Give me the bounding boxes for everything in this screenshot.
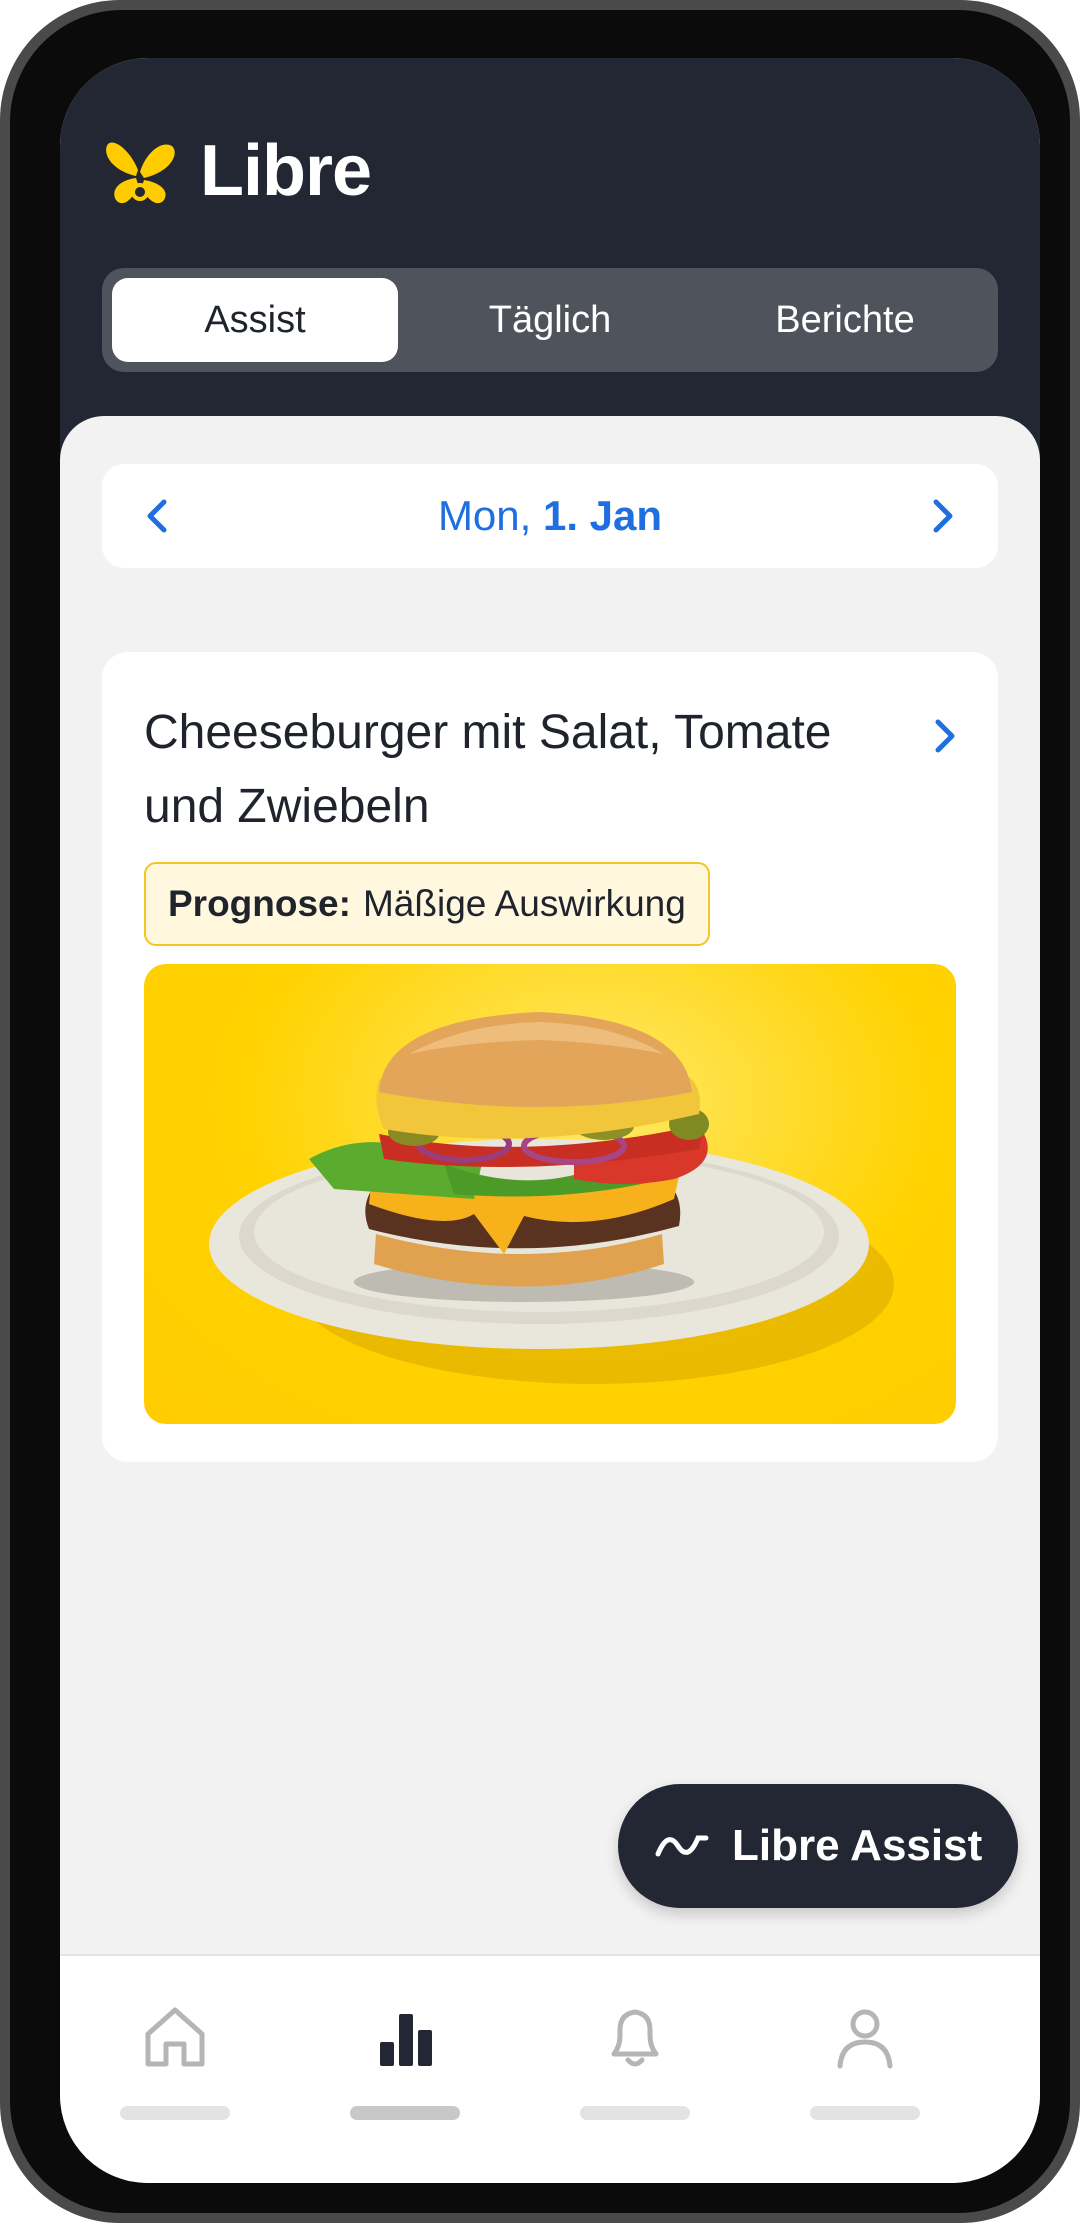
meal-card[interactable]: Cheeseburger mit Salat, Tomate und Zwieb… <box>102 652 998 1462</box>
app-screen: Libre Assist Täglich Berichte Mon, 1. Ja… <box>60 58 1040 2183</box>
chevron-right-icon[interactable] <box>922 494 962 538</box>
nav-indicator <box>810 2106 920 2120</box>
bell-icon <box>611 2009 659 2067</box>
butterfly-logo-icon <box>106 142 175 204</box>
phone-bezel: Libre Assist Täglich Berichte Mon, 1. Ja… <box>10 10 1070 2213</box>
phone-frame: Libre Assist Täglich Berichte Mon, 1. Ja… <box>0 0 1080 2223</box>
bar-chart-icon <box>380 2014 432 2066</box>
cheeseburger-image <box>209 1012 894 1384</box>
date-day: 1. Jan <box>542 492 663 539</box>
libre-assist-button[interactable]: Libre Assist <box>618 1784 1018 1908</box>
nav-home[interactable] <box>60 1956 290 2183</box>
date-weekday: Mon, <box>437 492 532 539</box>
profile-icon <box>837 2009 893 2069</box>
tab-assist[interactable]: Assist <box>112 278 398 362</box>
app-name: Libre <box>200 131 372 211</box>
prognosis-label: Prognose: <box>168 883 351 924</box>
bottom-navigation <box>60 1954 1040 2183</box>
prognosis-value: Mäßige Auswirkung <box>362 883 686 924</box>
nav-indicator <box>350 2106 460 2120</box>
nav-indicator <box>120 2106 230 2120</box>
nav-profile[interactable] <box>750 1956 980 2183</box>
view-segmented-control: Assist Täglich Berichte <box>102 268 998 372</box>
nav-indicator <box>580 2106 690 2120</box>
app-header: Libre Assist Täglich Berichte <box>60 58 1040 478</box>
chevron-right-icon[interactable] <box>926 714 962 758</box>
prognosis-badge: Prognose: Mäßige Auswirkung <box>144 862 710 946</box>
nav-reports[interactable] <box>290 1956 520 2183</box>
app-logo: Libre <box>100 130 372 212</box>
meal-title: Cheeseburger mit Salat, Tomate und Zwieb… <box>144 706 832 833</box>
libre-assist-label: Libre Assist <box>732 1821 983 1870</box>
main-content: Mon, 1. Jan Cheeseburger mit Salat, Toma… <box>60 416 1040 2016</box>
meal-image <box>144 964 956 1424</box>
tab-taeglich[interactable]: Täglich <box>407 278 693 362</box>
home-icon <box>145 2007 205 2067</box>
date-navigator: Mon, 1. Jan <box>102 464 998 568</box>
tab-berichte[interactable]: Berichte <box>702 278 988 362</box>
current-date[interactable]: Mon, 1. Jan <box>102 492 998 540</box>
wave-icon <box>655 1835 709 1857</box>
nav-notifications[interactable] <box>520 1956 750 2183</box>
